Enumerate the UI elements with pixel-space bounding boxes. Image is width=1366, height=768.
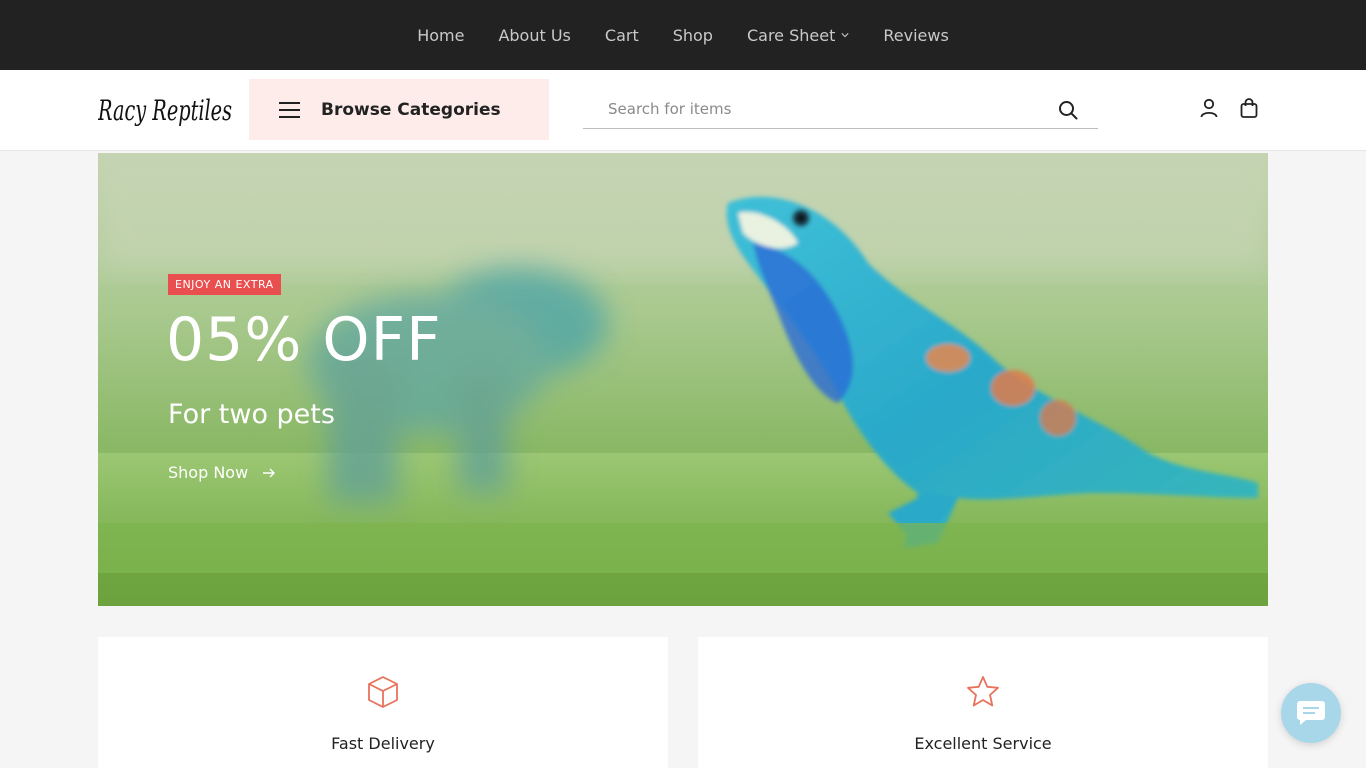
top-navigation: Home About Us Cart Shop Care Sheet Revie…	[0, 0, 1366, 70]
site-logo[interactable]: Racy Reptiles	[98, 84, 238, 136]
nav-item-care-sheet[interactable]: Care Sheet	[747, 26, 849, 45]
user-icon[interactable]	[1198, 97, 1220, 119]
shopping-bag-icon[interactable]	[1238, 97, 1260, 119]
browse-categories-label: Browse Categories	[321, 99, 501, 120]
lizard-image	[98, 153, 1268, 606]
chat-bubble-icon	[1297, 701, 1325, 725]
shop-now-label: Shop Now	[168, 463, 249, 482]
chevron-down-icon	[841, 33, 849, 38]
nav-item-care-sheet-label: Care Sheet	[746, 25, 836, 45]
search-icon[interactable]	[1058, 100, 1078, 120]
nav-item-shop[interactable]: Shop	[673, 26, 713, 45]
feature-card-excellent-service: Excellent Service	[698, 637, 1268, 768]
svg-text:Racy Reptiles: Racy Reptiles	[98, 94, 232, 127]
promo-badge: ENJOY AN EXTRA	[168, 274, 281, 295]
site-header: Racy Reptiles Browse Categories	[0, 70, 1366, 151]
star-icon	[967, 676, 999, 707]
feature-card-fast-delivery: Fast Delivery	[98, 637, 668, 768]
shop-now-link[interactable]: Shop Now	[168, 463, 276, 482]
nav-item-home[interactable]: Home	[417, 26, 464, 45]
arrow-right-icon	[263, 468, 276, 477]
chat-widget-button[interactable]	[1281, 683, 1341, 743]
feature-title: Fast Delivery	[331, 734, 435, 753]
nav-item-cart[interactable]: Cart	[605, 26, 639, 45]
search-bar	[583, 90, 1098, 129]
box-icon	[368, 676, 398, 708]
offer-headline: 05% OFF	[166, 305, 442, 375]
hamburger-menu-icon	[279, 101, 300, 118]
search-input[interactable]	[583, 100, 1053, 118]
nav-item-reviews[interactable]: Reviews	[883, 26, 948, 45]
feature-title: Excellent Service	[914, 734, 1052, 753]
nav-menu: Home About Us Cart Shop Care Sheet Revie…	[417, 26, 949, 45]
hero-banner: ENJOY AN EXTRA 05% OFF For two pets Shop…	[98, 153, 1268, 606]
offer-subtitle: For two pets	[168, 399, 335, 430]
browse-categories-button[interactable]: Browse Categories	[249, 79, 549, 140]
nav-item-about-us[interactable]: About Us	[498, 26, 570, 45]
